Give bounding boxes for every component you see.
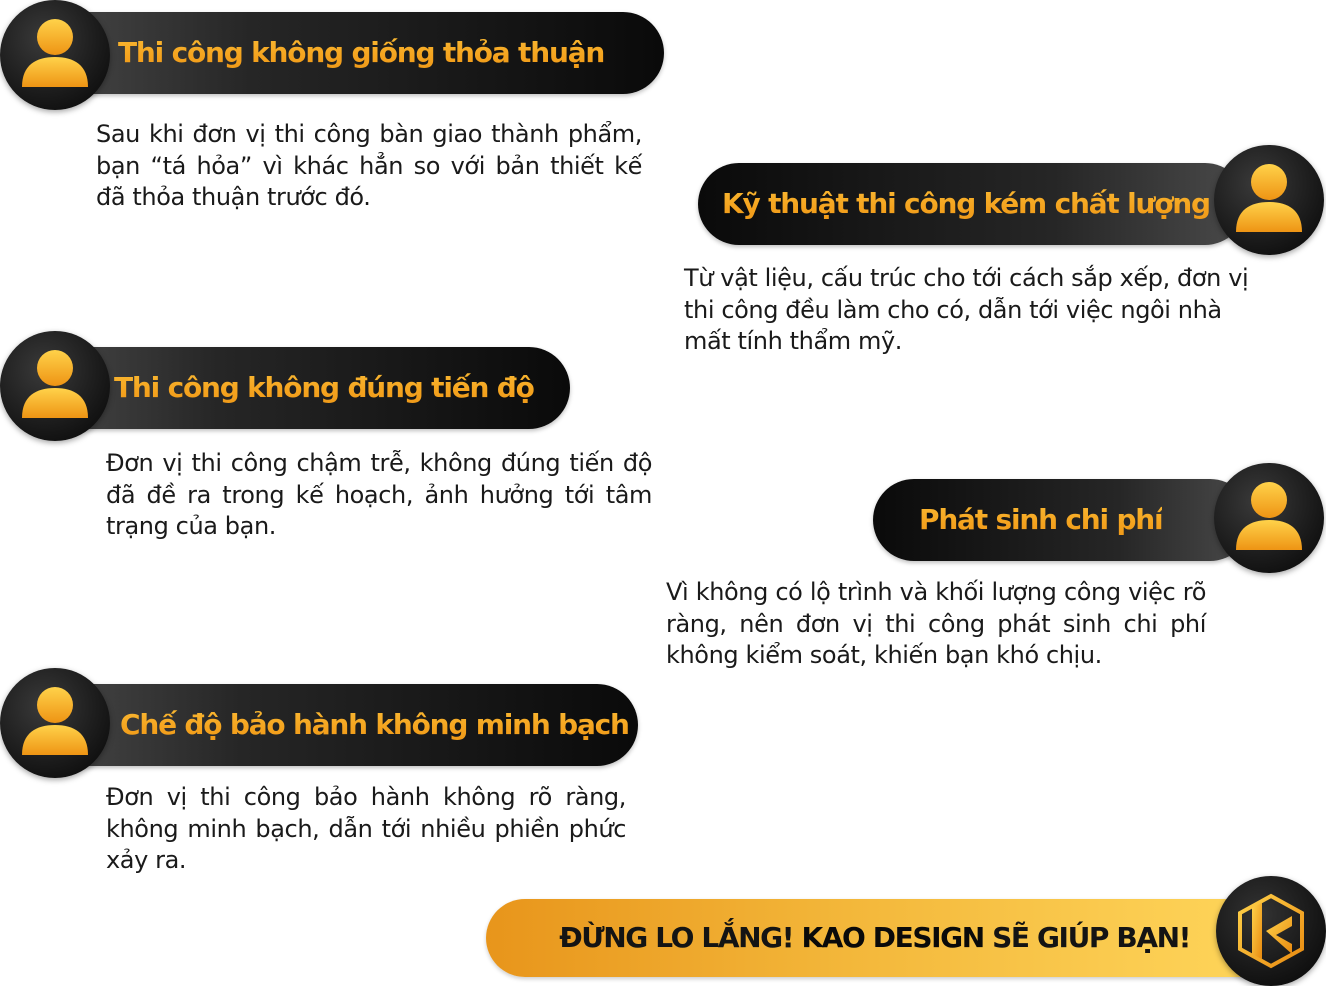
card-title-bar: Chế độ bảo hành không minh bạch	[28, 684, 638, 766]
kao-design-logo	[1216, 876, 1326, 986]
card-title-bar: Thi công không giống thỏa thuận	[28, 12, 664, 94]
avatar	[0, 331, 110, 441]
card-title: Thi công không đúng tiến độ	[114, 347, 535, 429]
cta-prefix: ĐỪNG LO LẮNG!	[559, 921, 802, 954]
avatar	[1214, 463, 1324, 573]
card-title: Phát sinh chi phí	[919, 479, 1164, 561]
card-title-bar: Phát sinh chi phí	[873, 479, 1251, 561]
user-icon	[1236, 164, 1302, 232]
user-icon	[22, 350, 88, 418]
card-description: Từ vật liệu, cấu trúc cho tới cách sắp x…	[684, 264, 1249, 355]
cta-brand: KAO DESIGN	[801, 921, 985, 954]
avatar	[0, 0, 110, 110]
user-icon	[1236, 482, 1302, 550]
avatar	[0, 668, 110, 778]
user-icon	[22, 19, 88, 87]
cta-banner: ĐỪNG LO LẮNG! KAO DESIGN SẼ GIÚP BẠN!	[486, 899, 1286, 977]
cta-suffix: SẼ GIÚP BẠN!	[983, 921, 1191, 954]
card-description: Vì không có lộ trình và khối lượng công …	[666, 578, 1206, 669]
card-title: Thi công không giống thỏa thuận	[118, 12, 605, 94]
card-description: Đơn vị thi công bảo hành không rõ ràng, …	[106, 783, 626, 874]
avatar	[1214, 145, 1324, 255]
card-title: Chế độ bảo hành không minh bạch	[120, 684, 630, 766]
card-description: Sau khi đơn vị thi công bàn giao thành p…	[96, 120, 642, 211]
card-description: Đơn vị thi công chậm trễ, không đúng tiế…	[106, 449, 652, 540]
card-title: Kỹ thuật thi công kém chất lượng	[722, 163, 1211, 245]
cta-text: ĐỪNG LO LẮNG! KAO DESIGN SẼ GIÚP BẠN!	[559, 899, 1191, 977]
kao-design-logo-icon	[1238, 893, 1304, 969]
user-icon	[22, 687, 88, 755]
card-title-bar: Kỹ thuật thi công kém chất lượng	[698, 163, 1246, 245]
